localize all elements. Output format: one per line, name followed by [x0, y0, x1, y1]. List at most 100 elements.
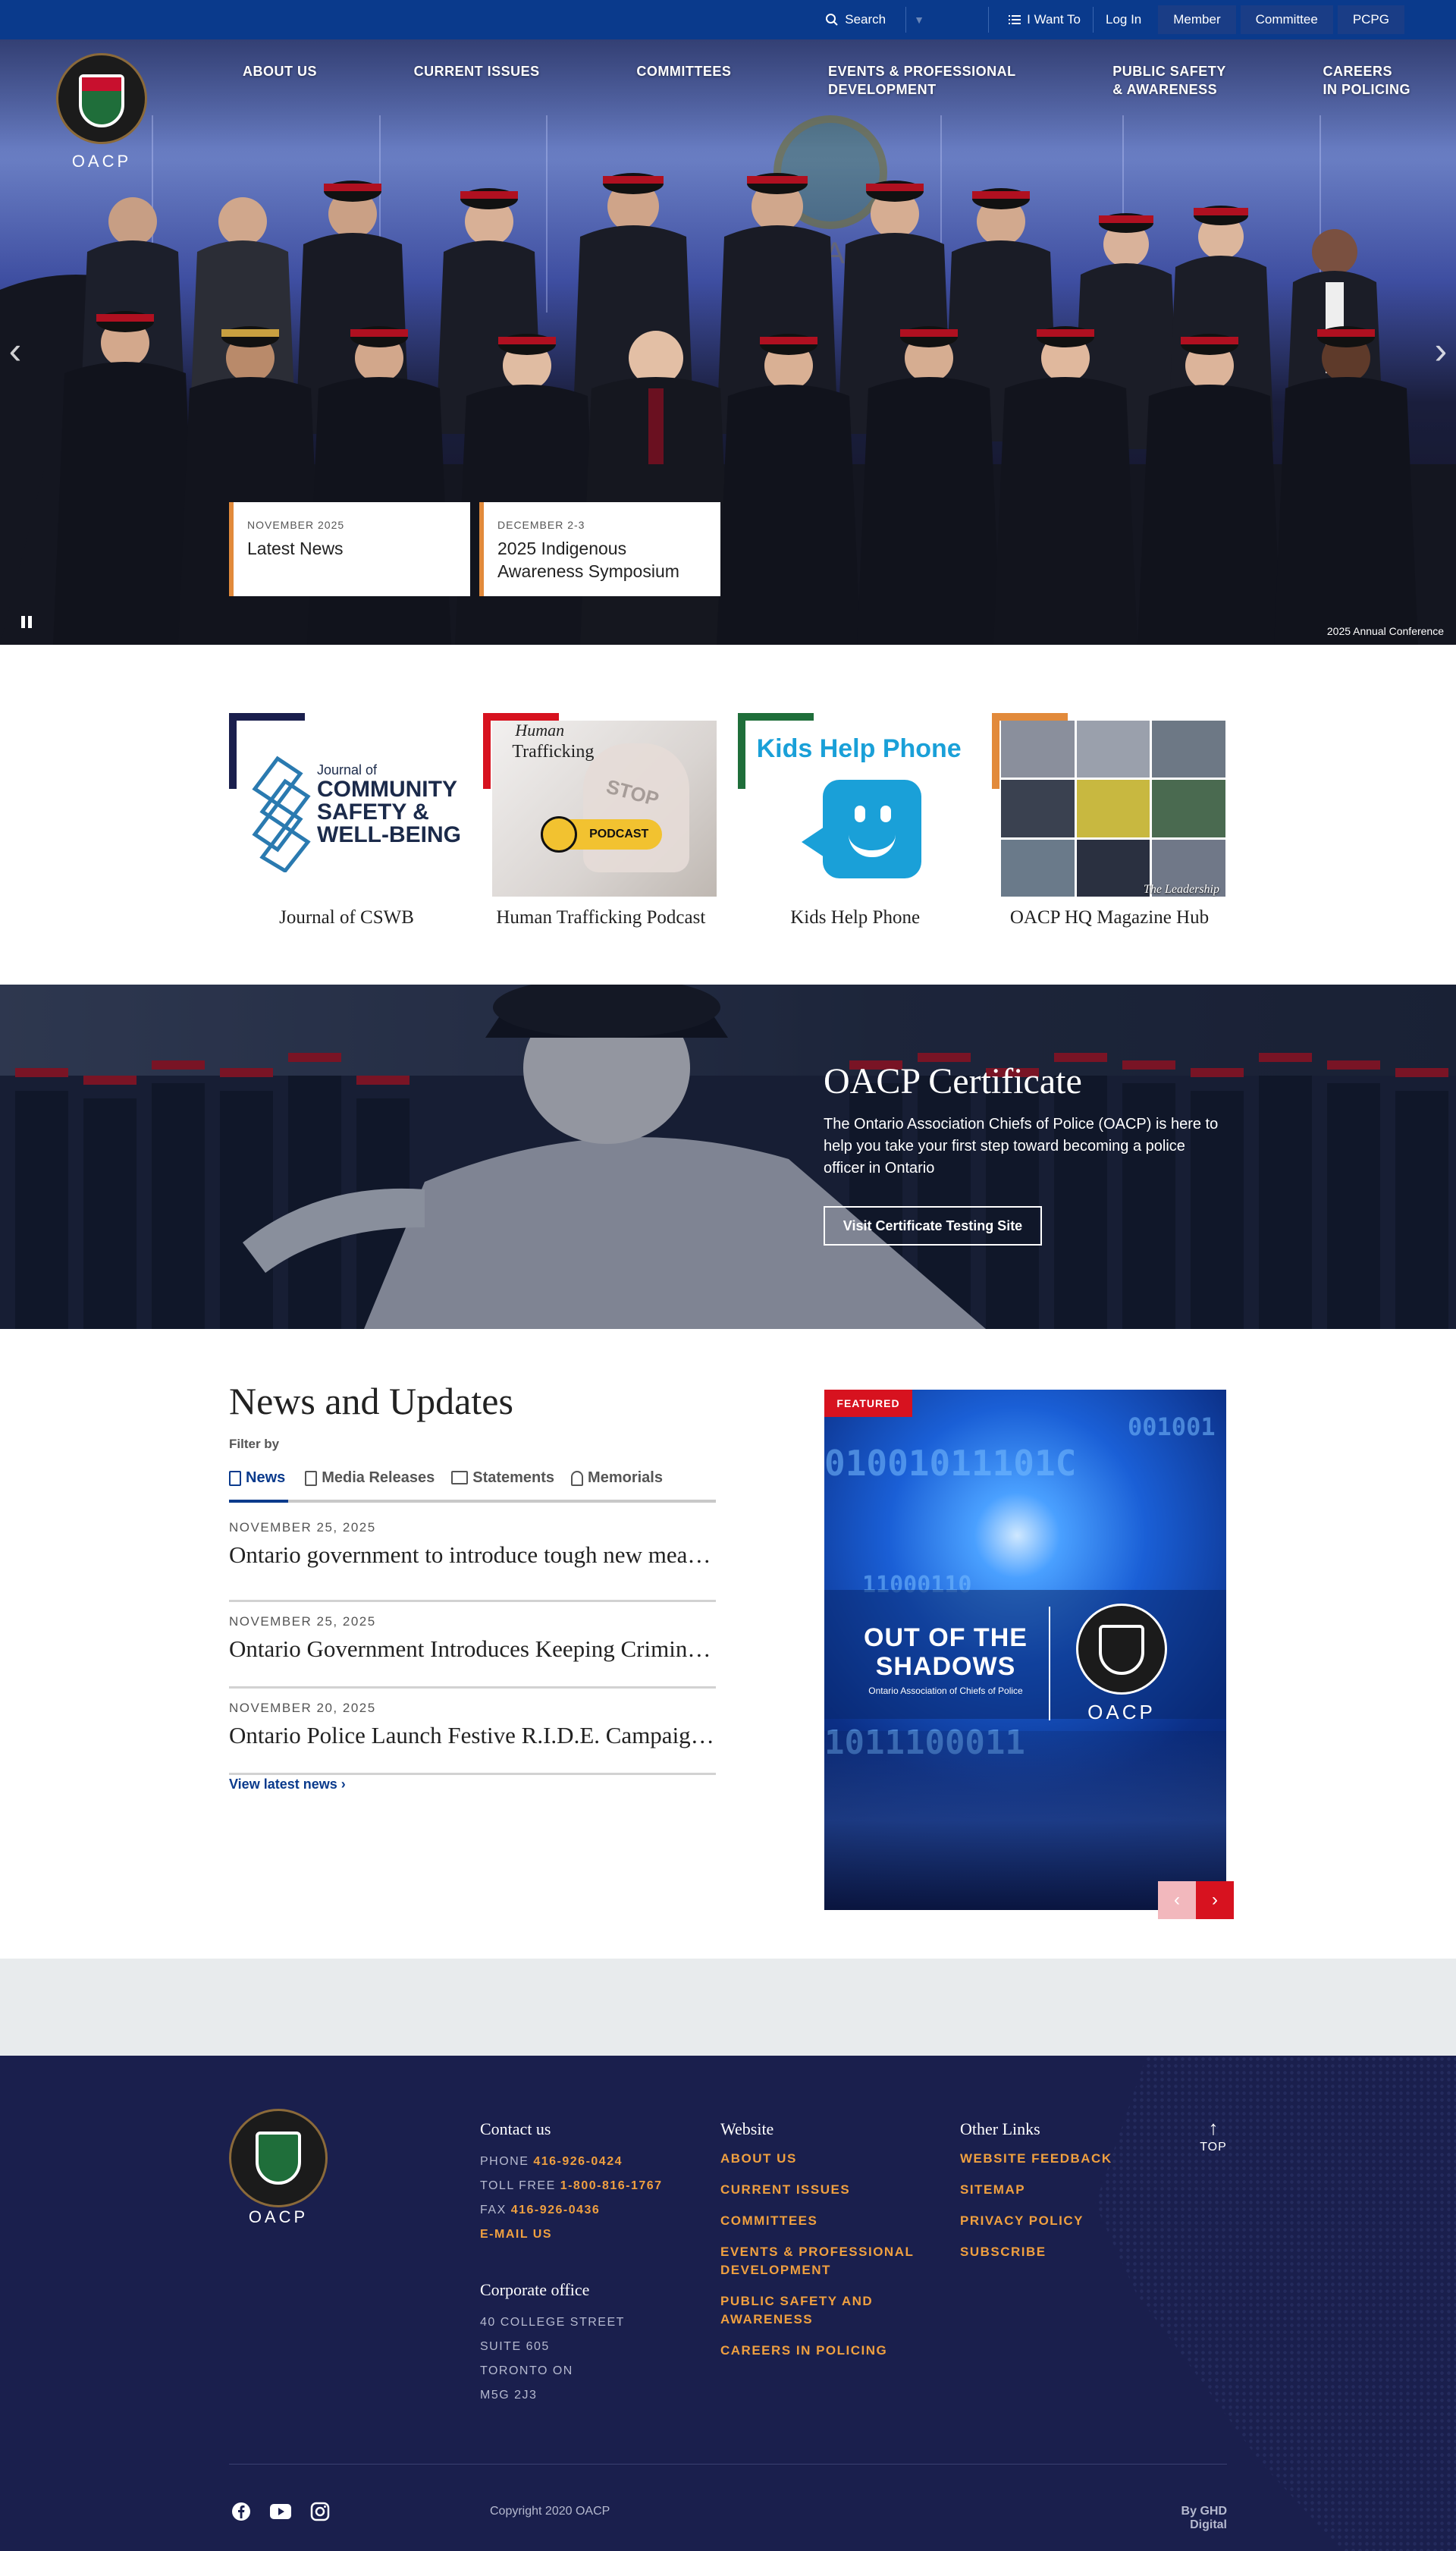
hero-caption: 2025 Annual Conference [1326, 625, 1444, 637]
document-icon [229, 1471, 241, 1486]
pause-icon[interactable] [21, 616, 32, 628]
tile-oacp-hq-magazine-hub[interactable]: The Leadership OACP HQ Magazine Hub [991, 713, 1227, 941]
footer-phone: PHONE 416-926-0424 [480, 2150, 663, 2174]
search-button[interactable]: Search [813, 0, 898, 39]
nav-current-issues[interactable]: CURRENT ISSUES [414, 62, 540, 99]
hero-card-latest-news[interactable]: NOVEMBER 2025 Latest News [229, 502, 470, 596]
committee-button[interactable]: Committee [1240, 5, 1333, 34]
featured-logo-text: OACP [1087, 1701, 1156, 1723]
footer-heading: Contact us [480, 2119, 551, 2138]
visit-certificate-button[interactable]: Visit Certificate Testing Site [824, 1206, 1042, 1246]
filter-label: Filter by [229, 1437, 280, 1451]
back-to-top-button[interactable]: ↑ TOP [1198, 2118, 1228, 2154]
hero-card-title: 2025 Indigenous Awareness Symposium [497, 539, 679, 581]
copyright-text: Copyright 2020 OACP [490, 2505, 610, 2518]
footer-heading: Corporate office [480, 2280, 590, 2299]
smiley-eye [854, 806, 865, 822]
footer-link-subscribe[interactable]: SUBSCRIBE [960, 2243, 1157, 2261]
nav-events-professional-development[interactable]: EVENTS & PROFESSIONAL DEVELOPMENT [828, 62, 1016, 99]
featured-prev-button[interactable]: ‹ [1158, 1881, 1196, 1919]
tab-media-releases[interactable]: Media Releases [305, 1468, 435, 1503]
footer-link-careers[interactable]: CAREERS IN POLICING [720, 2342, 925, 2360]
footer-link-sitemap[interactable]: SITEMAP [960, 2181, 1157, 2199]
cswb-wordmark: Journal of COMMUNITY SAFETY & WELL-BEING [317, 762, 461, 847]
tile-journal-cswb[interactable]: Journal of COMMUNITY SAFETY & WELL-BEING… [229, 713, 464, 941]
nav-careers-in-policing[interactable]: CAREERS IN POLICING [1323, 62, 1410, 99]
view-latest-news-link[interactable]: View latest news › [229, 1777, 346, 1792]
footer-link-website-feedback[interactable]: WEBSITE FEEDBACK [960, 2150, 1157, 2168]
chevron-left-icon: ‹ [1174, 1890, 1180, 1910]
tab-label: Media Releases [322, 1469, 435, 1486]
top-label: TOP [1200, 2141, 1227, 2154]
hero-carousel: OACP ABOUT US CURRENT ISSUES COMMITTEES … [0, 39, 1456, 645]
member-button[interactable]: Member [1158, 5, 1236, 34]
language-select[interactable]: ▼ [905, 7, 990, 33]
i-want-to-menu[interactable]: I Want To [996, 0, 1093, 39]
certificate-title: OACP Certificate [824, 1061, 1082, 1101]
tile-kids-help-phone[interactable]: Kids Help Phone Kids Help Phone [737, 713, 973, 941]
featured-divider [1049, 1607, 1050, 1720]
email-link[interactable]: E-MAIL US [480, 2228, 552, 2241]
instagram-link[interactable] [308, 2499, 332, 2524]
nav-public-safety-awareness[interactable]: PUBLIC SAFETY & AWARENESS [1112, 62, 1226, 99]
list-item[interactable]: NOVEMBER 20, 2025 Ontario Police Launch … [229, 1689, 716, 1775]
hero-cards: NOVEMBER 2025 Latest News DECEMBER 2-3 2… [229, 502, 720, 596]
footer-email: E-MAIL US [480, 2223, 663, 2247]
tile-caption: Human Trafficking Podcast [496, 907, 706, 928]
carousel-next-button[interactable]: › [1426, 328, 1456, 373]
tollfree-label: TOLL FREE [480, 2179, 556, 2192]
tile-caption: Journal of CSWB [279, 907, 414, 928]
news-date: NOVEMBER 25, 2025 [229, 1614, 376, 1629]
tab-statements[interactable]: Statements [451, 1468, 554, 1503]
list-item[interactable]: NOVEMBER 25, 2025 Ontario Government Int… [229, 1602, 716, 1689]
tab-news[interactable]: News [229, 1468, 289, 1503]
chevron-right-icon: › [1434, 329, 1448, 372]
cswb-line4: WELL-BEING [317, 822, 461, 847]
pcpg-button[interactable]: PCPG [1337, 5, 1404, 34]
footer-link-current-issues[interactable]: CURRENT ISSUES [720, 2181, 925, 2199]
oacp-logo[interactable]: OACP [49, 53, 155, 197]
tab-label: News [246, 1469, 286, 1486]
news-title[interactable]: Ontario Police Launch Festive R.I.D.E. C… [229, 1722, 716, 1749]
podcast-label-human: Human [515, 721, 565, 740]
chevron-left-icon: ‹ [8, 329, 22, 372]
nav-about-us[interactable]: ABOUT US [243, 62, 317, 99]
fax-number: 416-926-0436 [510, 2204, 601, 2216]
news-heading: News and Updates [229, 1380, 513, 1422]
footer-heading: Website [720, 2119, 774, 2138]
nav-committees[interactable]: COMMITTEES [636, 62, 731, 99]
certificate-banner: OACP Certificate The Ontario Association… [0, 985, 1456, 1329]
tab-memorials[interactable]: Memorials [571, 1468, 663, 1503]
resource-tiles: Journal of COMMUNITY SAFETY & WELL-BEING… [229, 713, 1227, 941]
list-icon [1009, 15, 1021, 24]
footer-link-public-safety[interactable]: PUBLIC SAFETY AND AWARENESS [720, 2292, 925, 2329]
cswb-logo-icon [252, 756, 311, 872]
phone-link[interactable]: 416-926-0424 [533, 2155, 623, 2168]
magazine-cover-text: The Leadership [1143, 883, 1219, 896]
footer-link-events[interactable]: EVENTS & PROFESSIONAL DEVELOPMENT [720, 2243, 925, 2279]
news-date: NOVEMBER 20, 2025 [229, 1701, 376, 1715]
cswb-line2: COMMUNITY [317, 777, 457, 802]
footer-link-committees[interactable]: COMMITTEES [720, 2212, 925, 2230]
facebook-link[interactable] [229, 2499, 253, 2524]
tollfree-link[interactable]: 1-800-816-1767 [560, 2179, 663, 2192]
tab-label: Memorials [588, 1469, 663, 1486]
news-filter-tabs: News Media Releases Statements Memorials [229, 1468, 716, 1503]
login-link[interactable]: Log In [1094, 0, 1153, 39]
footer-link-about-us[interactable]: ABOUT US [720, 2150, 925, 2168]
carousel-prev-button[interactable]: ‹ [0, 328, 30, 373]
youtube-link[interactable] [268, 2499, 293, 2524]
list-item[interactable]: NOVEMBER 25, 2025 Ontario government to … [229, 1516, 716, 1602]
news-title[interactable]: Ontario Government Introduces Keeping Cr… [229, 1635, 716, 1663]
featured-card[interactable]: 01001011101C 001001 11000110 1011100011 … [824, 1390, 1226, 1910]
news-title[interactable]: Ontario government to introduce tough ne… [229, 1541, 716, 1569]
featured-next-button[interactable]: › [1196, 1881, 1234, 1919]
tile-human-trafficking-podcast[interactable]: STOP Human Trafficking PODCAST Human Tra… [483, 713, 718, 941]
tile-image: Journal of COMMUNITY SAFETY & WELL-BEING [238, 721, 463, 897]
featured-headline: OUT OF THE SHADOWS [864, 1623, 1028, 1681]
document-icon [305, 1471, 318, 1486]
footer-link-privacy-policy[interactable]: PRIVACY POLICY [960, 2212, 1157, 2230]
hero-card-symposium[interactable]: DECEMBER 2-3 2025 Indigenous Awareness S… [479, 502, 720, 596]
credit-link[interactable]: By GHD Digital [1144, 2505, 1227, 2532]
footer-shield-icon [256, 2132, 301, 2185]
